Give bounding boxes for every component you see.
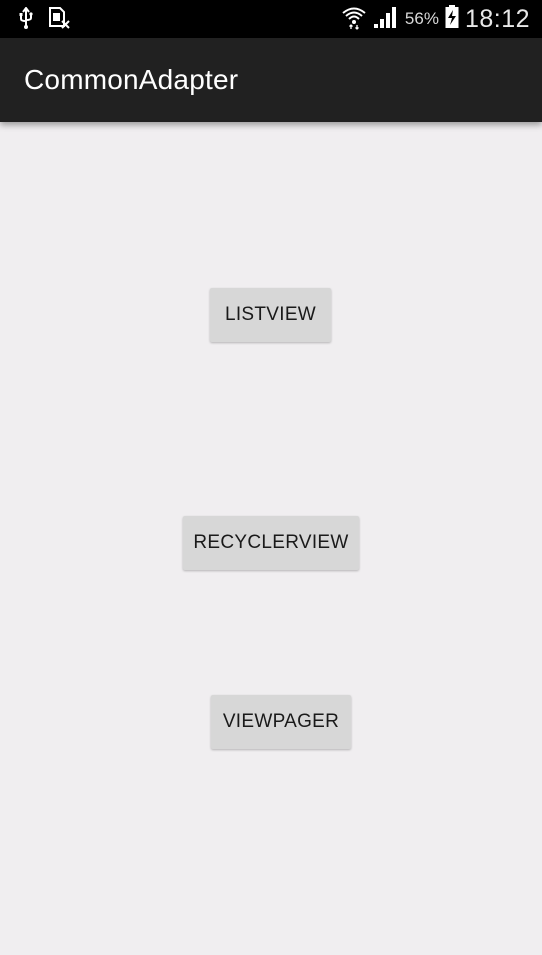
- wifi-icon: [341, 4, 367, 35]
- viewpager-button[interactable]: VIEWPAGER: [211, 695, 351, 749]
- app-bar: CommonAdapter: [0, 38, 542, 122]
- status-bar: 56% 18:12: [0, 0, 542, 38]
- battery-charging-icon: [445, 4, 459, 34]
- recyclerview-button[interactable]: RECYCLERVIEW: [183, 516, 359, 570]
- signal-icon: [373, 5, 399, 34]
- app-title: CommonAdapter: [24, 64, 239, 95]
- status-right-icons: 56% 18:12: [341, 3, 530, 35]
- status-time: 18:12: [464, 4, 530, 33]
- status-left-icons: [18, 6, 70, 35]
- app-screen: 56% 18:12 CommonAdapter LISTVIEW RECYCLE…: [0, 0, 542, 955]
- usb-icon: [18, 6, 34, 34]
- battery-percent: 56%: [404, 9, 439, 28]
- listview-button[interactable]: LISTVIEW: [210, 288, 331, 342]
- sim-missing-icon: [48, 6, 70, 35]
